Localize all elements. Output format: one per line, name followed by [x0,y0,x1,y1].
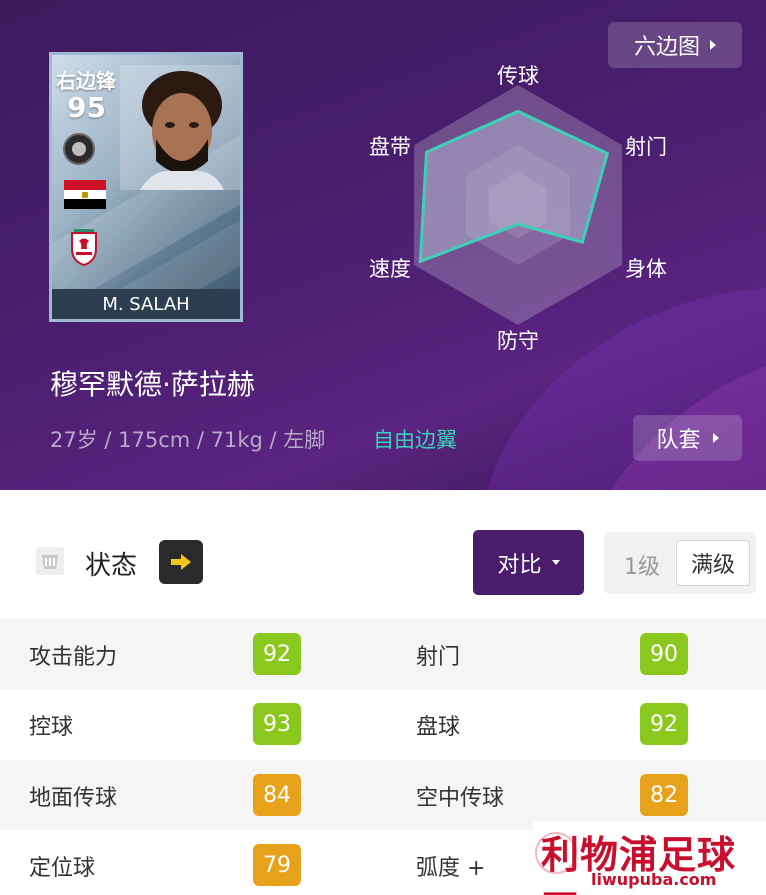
chevron-right-icon [712,433,719,443]
level-toggle: 1级 满级 [604,532,756,594]
play-style: 自由边翼 [373,428,457,452]
card-player-name: M. SALAH [52,289,240,319]
stat-value-badge: 82 [640,774,688,816]
player-header: 传球 射门 身体 防守 速度 盘带 六边图 右边锋 95 M. SALAH 穆罕… [0,0,766,490]
status-toggle-button[interactable] [159,540,203,584]
kit-button-label: 队套 [656,428,701,453]
watermark-url: liwupuba.com [591,870,717,889]
radar-axis-label: 传球 [497,64,539,88]
status-label: 状态 [85,551,138,581]
stat-value-badge: 92 [640,703,688,745]
chevron-down-icon [551,560,560,565]
kit-button[interactable]: 队套 [633,415,742,461]
watermark: 利物浦足球网 liwupuba.com [533,822,766,895]
stat-value-badge: 79 [253,844,301,886]
liverpool-crest-icon [71,229,97,267]
stat-value-badge: 90 [640,633,688,675]
stat-label: 空中传球 [416,786,505,811]
stat-value-badge: 92 [253,633,301,675]
stat-label: 弧度 + [416,856,486,881]
stat-label: 射门 [416,645,461,670]
compare-button-label: 对比 [497,552,542,578]
arrow-right-icon [171,554,191,570]
card-position: 右边锋 [56,69,116,93]
player-photo [120,65,240,190]
stat-label: 攻击能力 [29,645,118,670]
player-card: 右边锋 95 M. SALAH [49,52,243,322]
radar-axis-label: 盘带 [369,135,411,159]
player-full-name: 穆罕默德·萨拉赫 [50,368,255,401]
stat-label: 地面传球 [29,786,118,811]
radar-axis-label: 身体 [625,257,667,281]
card-rating: 95 [67,91,106,124]
stat-row: 控球 93 盘球 92 [0,689,766,759]
radar-axis-label: 射门 [625,135,667,159]
radar-axis-label: 防守 [497,329,539,353]
stat-label: 盘球 [416,715,461,740]
player-info: 27岁 / 175cm / 71kg / 左脚 [50,428,326,452]
level-max-option[interactable]: 满级 [676,540,750,586]
hexagon-chart-button[interactable]: 六边图 [608,22,742,68]
level-1-option[interactable]: 1级 [624,549,660,581]
stat-label: 控球 [29,715,74,740]
stat-value-badge: 84 [253,774,301,816]
status-icon [36,547,64,575]
compare-button[interactable]: 对比 [473,530,584,595]
stat-label: 定位球 [29,856,96,881]
stat-row: 攻击能力 92 射门 90 [0,619,766,689]
stat-value-badge: 93 [253,703,301,745]
hexagon-chart-button-label: 六边图 [633,35,700,60]
stat-row: 地面传球 84 空中传球 82 [0,760,766,830]
chevron-right-icon [710,40,716,50]
egypt-flag-icon [64,180,106,209]
radar-axis-label: 速度 [369,257,411,281]
league-badge-icon [63,133,95,165]
